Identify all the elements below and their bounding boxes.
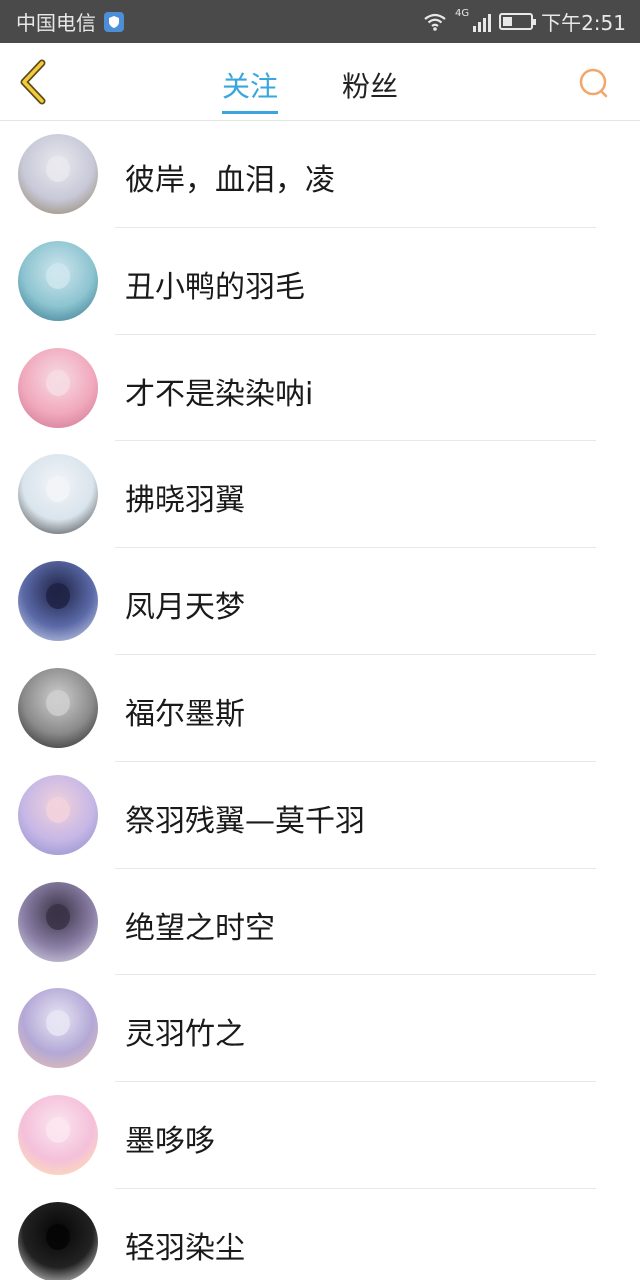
carrier-label: 中国电信 (16, 11, 96, 35)
list-item[interactable]: 墨哆哆 (0, 1082, 640, 1189)
avatar-figure (46, 796, 70, 823)
status-left: 中国电信 (16, 7, 124, 36)
network-type-label: 4G (454, 8, 470, 19)
avatar[interactable] (18, 347, 98, 428)
avatar[interactable] (18, 561, 98, 642)
wifi-icon (424, 13, 446, 31)
avatar[interactable] (18, 1201, 98, 1280)
shield-icon (104, 11, 124, 32)
avatar-figure (46, 476, 70, 503)
avatar-figure (46, 1223, 70, 1250)
battery-level (503, 17, 513, 26)
list-item[interactable]: 轻羽染尘 (0, 1189, 640, 1280)
user-name: 福尔墨斯 (125, 696, 245, 732)
user-name: 墨哆哆 (125, 1124, 215, 1160)
clock-label: 下午2:51 (541, 11, 626, 35)
signal-icon (473, 12, 492, 32)
tab-following[interactable]: 关注 (222, 65, 279, 114)
list-item[interactable]: 灵羽竹之 (0, 975, 640, 1083)
avatar-figure (46, 1117, 70, 1144)
avatar-figure (46, 369, 70, 396)
list-item[interactable]: 福尔墨斯 (0, 655, 640, 762)
chevron-left-icon (20, 59, 46, 105)
user-name: 祭羽残翼—莫千羽 (125, 803, 365, 839)
search-button[interactable] (576, 65, 612, 101)
avatar[interactable] (18, 881, 98, 962)
avatar[interactable] (18, 774, 98, 855)
list-item[interactable]: 祭羽残翼—莫千羽 (0, 762, 640, 869)
header-bar: 关注 粉丝 (0, 43, 640, 121)
avatar-figure (46, 1010, 70, 1037)
user-name: 轻羽染尘 (125, 1230, 245, 1266)
list-item[interactable]: 凤月天梦 (0, 548, 640, 655)
user-name: 才不是染染呐i (125, 376, 314, 412)
user-name: 拂晓羽翼 (125, 483, 245, 519)
avatar[interactable] (18, 667, 98, 748)
avatar-figure (46, 903, 70, 930)
avatar-figure (46, 689, 70, 716)
battery-icon (499, 13, 537, 30)
back-button[interactable] (14, 57, 54, 107)
avatar[interactable] (18, 1095, 98, 1176)
user-name: 灵羽竹之 (125, 1017, 245, 1053)
tab-followers[interactable]: 粉丝 (342, 65, 398, 111)
user-name: 彼岸，血泪，凌 (125, 163, 335, 198)
avatar[interactable] (18, 240, 98, 321)
list-item[interactable]: 丑小鸭的羽毛 (0, 228, 640, 335)
search-icon (579, 68, 608, 98)
avatar[interactable] (18, 454, 98, 535)
user-name: 丑小鸭的羽毛 (125, 269, 305, 305)
list-item[interactable]: 绝望之时空 (0, 869, 640, 976)
avatar-figure (46, 583, 70, 610)
list-item[interactable]: 彼岸，血泪，凌 (0, 121, 640, 228)
avatar-figure (46, 262, 70, 289)
avatar-figure (46, 156, 70, 182)
avatar[interactable] (18, 134, 98, 214)
status-bar: 中国电信 4G 下午2:51 (0, 0, 640, 43)
status-right: 4G 下午2:51 (423, 7, 626, 36)
list-item[interactable]: 才不是染染呐i (0, 335, 640, 442)
list-item[interactable]: 拂晓羽翼 (0, 441, 640, 549)
user-name: 凤月天梦 (125, 590, 245, 626)
avatar[interactable] (18, 988, 98, 1069)
following-list: 彼岸，血泪，凌 丑小鸭的羽毛 才不是染染呐i 拂晓羽翼凤月天梦福尔墨斯祭羽残翼—莫千羽… (0, 121, 640, 1280)
user-name: 绝望之时空 (125, 910, 275, 946)
